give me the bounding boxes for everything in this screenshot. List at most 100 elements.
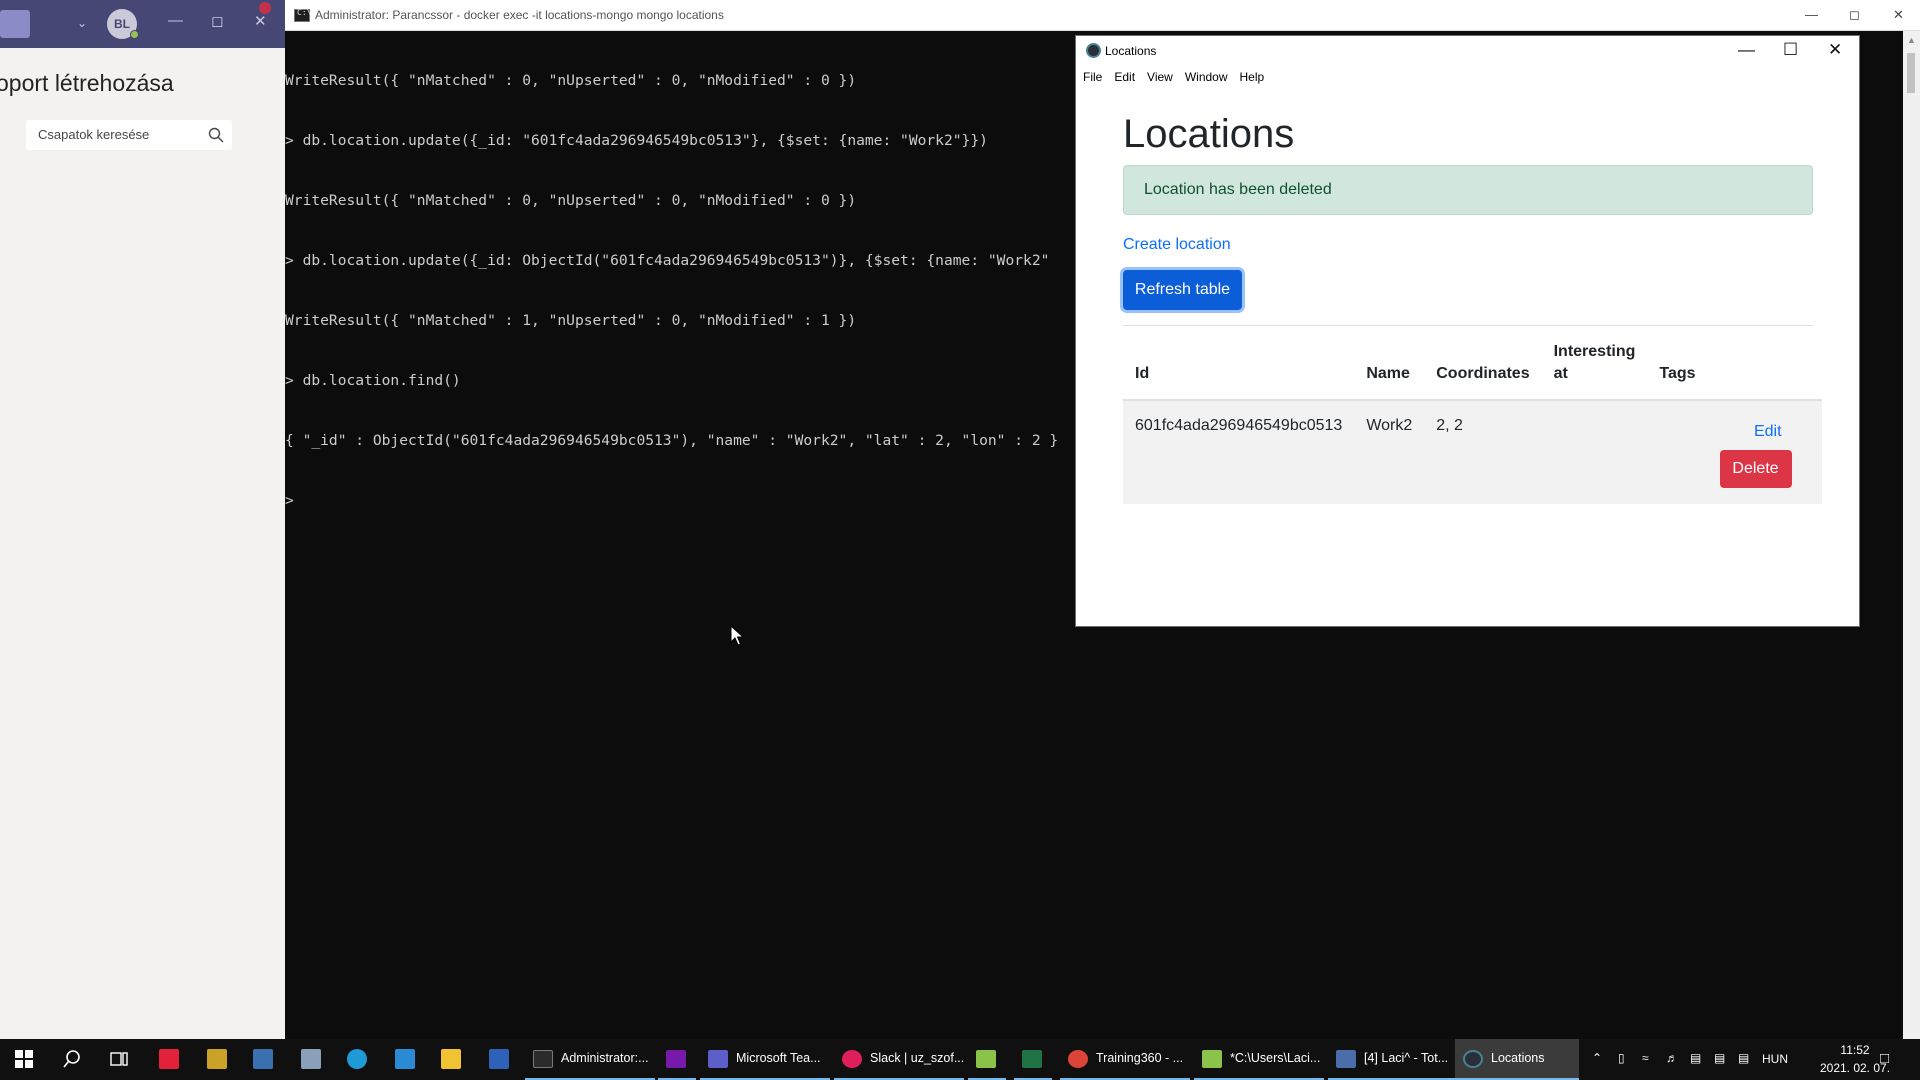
page-title: oport létrehozása xyxy=(0,70,174,96)
maximize-icon[interactable]: ◻ xyxy=(1849,7,1860,23)
notification-pin-icon xyxy=(259,2,271,14)
cell-id: 601fc4ada296946549bc0513 xyxy=(1135,417,1343,434)
onenote-icon xyxy=(666,1050,686,1068)
teams-icon xyxy=(708,1050,728,1068)
calculator-icon[interactable] xyxy=(301,1049,321,1069)
taskbar-app-notepad[interactable]: *C:\Users\Laci... xyxy=(1194,1039,1324,1080)
teams-app-tile[interactable] xyxy=(0,10,30,38)
column-header-interesting-at: Interesting at xyxy=(1541,326,1648,401)
notification-center-icon[interactable]: □ xyxy=(1880,1050,1889,1067)
locations-titlebar: Locations — ☐ ✕ xyxy=(1076,36,1859,66)
taskbar-app-teams[interactable]: Microsoft Tea... xyxy=(700,1039,830,1080)
console-line: WriteResult({ "nMatched" : 0, "nUpserted… xyxy=(285,72,857,89)
create-location-link[interactable]: Create location xyxy=(1123,234,1813,256)
cell-name: Work2 xyxy=(1366,417,1413,434)
console-output[interactable]: WriteResult({ "nMatched" : 0, "nUpserted… xyxy=(285,31,1075,551)
chevron-up-icon[interactable]: ⌃ xyxy=(1592,1051,1602,1065)
cell-coordinates: 2, 2 xyxy=(1436,417,1463,434)
clock-date[interactable]: 2021. 02. 07. xyxy=(1803,1061,1907,1075)
maximize-icon[interactable]: ◻ xyxy=(211,12,223,30)
taskbar-app-label: *C:\Users\Laci... xyxy=(1230,1051,1321,1065)
task-view-icon[interactable] xyxy=(109,1049,129,1069)
taskbar-app-chrome[interactable]: Training360 - ... xyxy=(1060,1039,1190,1080)
scrollbar-thumb[interactable] xyxy=(1907,53,1915,93)
console-line: WriteResult({ "nMatched" : 0, "nUpserted… xyxy=(285,192,857,209)
pinned-app-network-icon[interactable] xyxy=(253,1049,273,1069)
console-line: WriteResult({ "nMatched" : 1, "nUpserted… xyxy=(285,312,857,329)
search-icon[interactable] xyxy=(208,127,224,143)
taskbar-app-console[interactable]: Administrator:... xyxy=(525,1039,655,1080)
column-header-name: Name xyxy=(1354,326,1425,401)
console-scrollbar[interactable]: ▲ xyxy=(1903,31,1920,1039)
table-row: 601fc4ada296946549bc0513 Work2 2, 2 Edit… xyxy=(1123,400,1822,504)
chrome-icon xyxy=(1068,1050,1088,1068)
column-header-actions xyxy=(1707,326,1822,401)
console-line: > db.location.find() xyxy=(285,372,461,389)
minimize-icon[interactable]: — xyxy=(168,12,183,29)
scroll-up-icon[interactable]: ▲ xyxy=(1907,35,1916,45)
menu-window[interactable]: Window xyxy=(1184,66,1229,88)
save-icon[interactable]: ▤ xyxy=(1690,1051,1701,1065)
column-header-tags: Tags xyxy=(1647,326,1708,401)
notepad-icon xyxy=(1202,1050,1222,1068)
save-icon[interactable]: ▤ xyxy=(1738,1051,1749,1065)
menu-help[interactable]: Help xyxy=(1239,66,1266,88)
search-icon[interactable] xyxy=(62,1049,82,1069)
window-title: Locations xyxy=(1105,44,1157,58)
taskbar-app-totalcmd[interactable]: [4] Laci^ - Tot... xyxy=(1328,1039,1458,1080)
volume-icon[interactable]: ♬ xyxy=(1666,1051,1678,1065)
taskbar-app-label: Microsoft Tea... xyxy=(736,1051,821,1065)
mouse-pointer-icon xyxy=(730,625,744,646)
status-indicator xyxy=(130,30,139,39)
taskbar-app-excel[interactable] xyxy=(1014,1039,1052,1080)
console-line: > db.location.update({_id: ObjectId("601… xyxy=(285,252,1050,269)
maximize-icon[interactable]: ☐ xyxy=(1783,40,1798,60)
close-icon[interactable]: ✕ xyxy=(1893,7,1904,23)
pinned-app-red-icon[interactable] xyxy=(159,1049,179,1069)
refresh-table-button[interactable]: Refresh table xyxy=(1123,270,1242,310)
taskbar-app-label: Locations xyxy=(1491,1051,1545,1065)
close-icon[interactable]: ✕ xyxy=(1828,40,1842,60)
taskbar-app-label: Slack | uz_szof... xyxy=(870,1051,965,1065)
taskbar-app-slack[interactable]: Slack | uz_szof... xyxy=(834,1039,964,1080)
delete-button[interactable]: Delete xyxy=(1719,450,1792,488)
menu-bar: File Edit View Window Help xyxy=(1076,66,1859,88)
teams-window: ⌄ BL — ◻ ✕ oport létrehozása Csapatok ke… xyxy=(0,0,285,1039)
taskbar-app-onenote[interactable] xyxy=(658,1039,696,1080)
success-alert: Location has been deleted xyxy=(1123,165,1813,215)
column-header-coordinates: Coordinates xyxy=(1424,326,1542,401)
search-placeholder: Csapatok keresése xyxy=(38,127,150,142)
menu-edit[interactable]: Edit xyxy=(1113,66,1136,88)
console-prompt[interactable]: > xyxy=(285,491,1075,511)
menu-view[interactable]: View xyxy=(1146,66,1174,88)
chevron-down-icon[interactable]: ⌄ xyxy=(77,16,87,30)
teams-titlebar: ⌄ BL — ◻ ✕ xyxy=(0,0,285,48)
system-tray: ⌃ ▯ ≈ ♬ ▤ ▤ ▤ HUN 11:52 2021. 02. 07. □ xyxy=(1588,1039,1920,1080)
totalcmd-icon xyxy=(1336,1050,1356,1068)
console-titlebar: C:\ Administrator: Parancssor - docker e… xyxy=(285,0,1920,31)
edge-icon[interactable] xyxy=(347,1049,367,1069)
main-content: Locations Location has been deleted Crea… xyxy=(1123,108,1822,504)
column-header-id: Id xyxy=(1123,326,1355,401)
minimize-icon[interactable]: — xyxy=(1805,7,1818,22)
taskbar-app-notepadpp[interactable] xyxy=(968,1039,1006,1080)
taskbar-app-locations[interactable]: Locations xyxy=(1455,1039,1579,1080)
close-icon[interactable]: ✕ xyxy=(254,12,267,30)
file-explorer-icon[interactable] xyxy=(441,1049,461,1069)
windows-start-icon[interactable] xyxy=(14,1049,34,1069)
usb-icon[interactable]: ▯ xyxy=(1618,1051,1625,1065)
team-search-input[interactable]: Csapatok keresése xyxy=(26,120,232,150)
edit-link[interactable]: Edit xyxy=(1720,423,1792,441)
powershell-icon[interactable] xyxy=(489,1049,509,1069)
language-indicator[interactable]: HUN xyxy=(1762,1052,1788,1066)
pinned-app-yellow-icon[interactable] xyxy=(207,1049,227,1069)
locations-table: Id Name Coordinates Interesting at Tags … xyxy=(1123,326,1822,504)
save-icon[interactable]: ▤ xyxy=(1714,1051,1725,1065)
menu-file[interactable]: File xyxy=(1082,66,1103,88)
wifi-icon[interactable]: ≈ xyxy=(1642,1051,1649,1065)
excel-icon xyxy=(1022,1050,1042,1068)
slack-icon xyxy=(842,1050,862,1068)
cell-tags xyxy=(1647,400,1707,504)
vscode-icon[interactable] xyxy=(395,1049,415,1069)
minimize-icon[interactable]: — xyxy=(1738,40,1755,60)
